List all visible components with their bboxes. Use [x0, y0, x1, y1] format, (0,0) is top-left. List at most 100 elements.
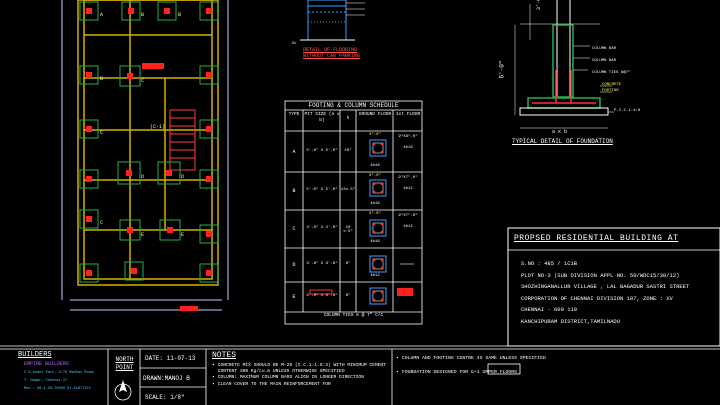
- note-right-item: ▪ FOUNDATION DESIGNED FOR G+1 UPPER FLOOR…: [396, 366, 716, 380]
- building-line: KANCHIPURAM DISTRICT,TAMILNADU: [521, 317, 621, 325]
- note-bullet: ▪: [396, 370, 399, 375]
- svg-text:E: E: [181, 232, 184, 238]
- foundation-labels: COLUMN BAR COLUMN BAR COLUMN TIES 8@7": [592, 43, 630, 79]
- schedule-header-type: TYPE: [288, 112, 300, 117]
- builder-address-line: Mob : 98-4-58-76060 87-01877321: [24, 387, 91, 391]
- svg-text:3'-0": 3'-0": [536, 0, 542, 10]
- building-line: PLOT NO-3 (SUB DIVISION APPL NO. 50/WDC1…: [521, 271, 680, 279]
- schedule-row-ff-top: 9"X7"-0": [398, 214, 418, 218]
- schedule-row-ff-bottom: 4#16: [403, 146, 413, 150]
- schedule-row-h: 13x.5": [340, 188, 356, 192]
- schedule-footer: COLUMN TIES 8 @ 7" C/C: [323, 313, 384, 318]
- note-text: COLUMN AND FOOTING CENTRE IS SAME UNLESS…: [401, 356, 546, 361]
- foundation-width-label: a x b: [552, 129, 568, 135]
- foundation-height-label: 6'-0": [498, 60, 506, 79]
- schedule-row-gf-bottom: 4#12: [370, 274, 380, 278]
- building-heading: PROPSED RESIDENTIAL BUILDING AT: [514, 234, 679, 243]
- notes-right: ▪ COLUMN AND FOOTING CENTRE IS SAME UNLES…: [396, 352, 716, 380]
- note-right-item: ▪ COLUMN AND FOOTING CENTRE IS SAME UNLES…: [396, 352, 716, 366]
- north-arrow: [114, 380, 132, 401]
- svg-text:C: C: [141, 78, 144, 84]
- svg-text:B: B: [100, 76, 103, 82]
- svg-text:C: C: [100, 220, 103, 226]
- note-item: ▪ CLEAR COVER TO THE MAIN REINFORCEMENT F…: [212, 382, 388, 388]
- note-bullet: ▪: [396, 356, 399, 361]
- building-line: SHOZHINGANALLUR VILLAGE , LAL BAGADUR SA…: [521, 283, 690, 290]
- notes-heading: NOTES: [212, 351, 237, 360]
- foundation-label-5: FOOTING: [602, 89, 619, 93]
- schedule-header-ff: 1st FLOOR: [395, 112, 421, 117]
- builder-address-line: T. Nagar, Chennai-17: [24, 379, 68, 383]
- plan-column-marks: A B B B C (C-1) C D D C E E: [100, 12, 184, 238]
- schedule-row-gf-top: 3"-0": [368, 212, 381, 216]
- foundation-label-6: P.C.C 1:4:8: [614, 109, 641, 113]
- schedule-row-type: B: [292, 188, 296, 194]
- svg-text:C: C: [100, 130, 103, 136]
- schedule-row-h: 8": [345, 294, 351, 298]
- schedule-row-h: 9": [345, 262, 351, 266]
- svg-text:GL: GL: [292, 42, 297, 46]
- building-line: CHENNAI - 600 119: [521, 306, 578, 313]
- schedule-row-ff-bottom: 4#12: [403, 225, 413, 229]
- schedule-row-gf-bottom: 4#16: [370, 164, 380, 168]
- note-item: ▪ CONCRETE MIX SHOULD BE M-20 (C.C.1:1.5:…: [212, 363, 388, 374]
- plan-columns: [86, 8, 212, 311]
- builder-address: C 9,Anant Park, 3/76 Madhav Road, T. Naga…: [24, 369, 95, 393]
- building-line: CORPORATION OF CHENNAI DIVISION 187, ZON…: [521, 294, 673, 302]
- svg-text:B: B: [178, 12, 181, 18]
- schedule-row-type: D: [292, 262, 296, 268]
- schedule-row-pit: 3'-6" X 3'-6": [306, 262, 338, 266]
- schedule-row-h: 18": [344, 148, 352, 153]
- foundation-label-2: COLUMN BAR: [592, 59, 617, 63]
- plan-walls: [77, 0, 219, 286]
- schedule-title: FOOTING & COLUMN SCHEDULE: [308, 102, 399, 109]
- schedule-row-gf-top: 3"-0": [368, 174, 381, 178]
- schedule-row-gf-top: 3"-0": [368, 133, 381, 137]
- foundation-label-3: COLUMN TIES 8@7": [592, 71, 631, 75]
- note-text: CONCRETE MIX SHOULD BE M-20 (C.C.1:1.5:3…: [217, 363, 386, 374]
- schedule-row-pit: 5'-0" X 5'-0": [306, 188, 338, 192]
- note-text: COLUMN: MAXIMUM COLUMN BARS ALIGN IN LON…: [217, 375, 364, 381]
- schedule-header-h: h: [346, 116, 350, 121]
- builder-name: EMPIRE BUILDERS: [24, 361, 70, 367]
- schedule-row-pit: 5'-0" X 5'-0": [306, 148, 338, 153]
- schedule-row-pit: 3'-0" X 3'-0": [306, 294, 338, 298]
- svg-text:B: B: [141, 12, 144, 18]
- foundation-caption: TYPICAL DETAIL OF FOUNDATION: [512, 138, 613, 145]
- schedule-row-ff-top: 9"X7"-0": [398, 176, 418, 180]
- notes-list: ▪ CONCRETE MIX SHOULD BE M-20 (C.C.1:1.5:…: [212, 363, 388, 388]
- date-label: DATE: 11-07-13: [145, 355, 196, 362]
- note-bullet: ▪: [212, 375, 215, 381]
- point-label: POINT: [115, 364, 134, 371]
- flooring-caption-line2: WITHOUT CAR PARKING: [303, 53, 361, 59]
- schedule-row-pit: 4'-0" X 4'-0": [306, 226, 338, 230]
- note-text: FOUNDATION DESIGNED FOR G+1 UPPER FLOORS: [401, 370, 518, 375]
- schedule-row-type: C: [292, 226, 296, 232]
- note-item: ▪ COLUMN: MAXIMUM COLUMN BARS ALIGN IN LO…: [212, 375, 388, 381]
- flooring-detail-caption: DETAIL OF FLOORING WITHOUT CAR PARKING: [303, 47, 360, 59]
- note-bullet: ▪: [212, 363, 215, 368]
- schedule-row-gf-bottom: 4#16: [370, 202, 380, 206]
- schedule-row-h: 10 x.5": [343, 226, 353, 234]
- drawn-label: DRAWN:MANOJ B: [143, 375, 190, 382]
- schedule-row-ff-bottom: 4#12: [403, 187, 413, 191]
- foundation-labels-lower: CONCRETE FOOTING: [602, 82, 621, 94]
- flooring-detail-drawing: GL: [292, 0, 365, 46]
- note-text: CLEAR COVER TO THE MAIN REINFORCEMENT FO…: [217, 381, 331, 387]
- svg-text:A: A: [100, 12, 103, 18]
- building-line: S.NO : 485 / 1C1B: [521, 260, 578, 267]
- scale-label: SCALE: 1/8": [145, 394, 185, 401]
- north-label: NORTH: [115, 356, 134, 363]
- builders-label: BUILDERS: [18, 351, 52, 359]
- svg-text:(C-1): (C-1): [150, 124, 165, 130]
- schedule-header-pit: PIT SIZE (a x b): [304, 112, 340, 123]
- plan-staircase: [169, 109, 196, 171]
- svg-text:D: D: [181, 174, 184, 180]
- builder-address-line: C 9,Anant Park, 3/76 Madhav Road,: [24, 371, 96, 375]
- schedule-row-type: A: [292, 148, 296, 155]
- svg-text:E: E: [141, 232, 144, 238]
- plan-footings: [79, 1, 219, 283]
- svg-text:D: D: [141, 174, 144, 180]
- schedule-row-type: E: [292, 294, 296, 300]
- note-bullet: ▪: [212, 381, 215, 387]
